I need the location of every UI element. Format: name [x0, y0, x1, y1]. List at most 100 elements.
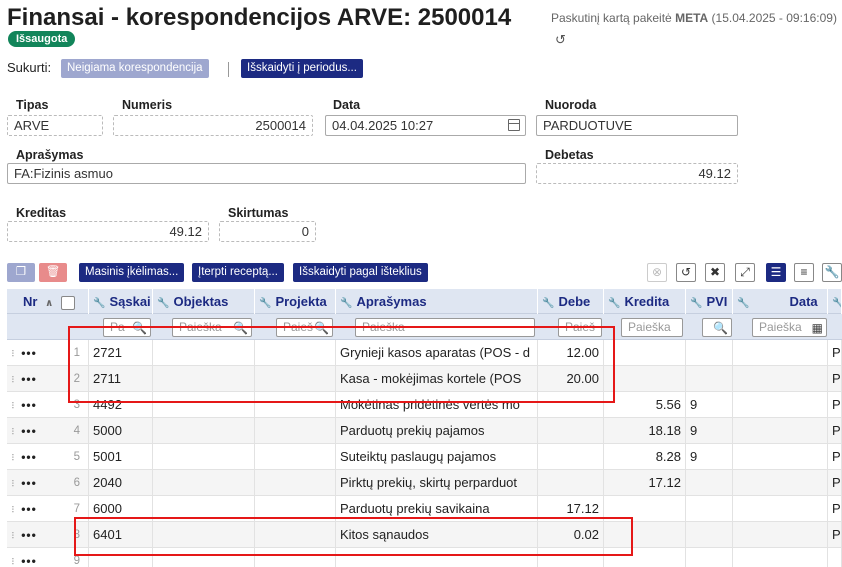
cell-projektas[interactable]	[255, 418, 336, 444]
table-row[interactable]: ⠇ ••• 5 5001 Suteiktų paslaugų pajamos 8.28 9…	[7, 444, 842, 470]
row-menu-icon[interactable]: •••	[21, 528, 37, 542]
cell-pvm[interactable]	[686, 366, 733, 392]
column-header-pvm[interactable]: 🔧 PVI	[686, 289, 733, 314]
filter-data-input[interactable]: Paieška ▦	[752, 318, 827, 337]
cell-pvm[interactable]: 9	[686, 392, 733, 418]
drag-handle-icon[interactable]: ⠇	[11, 375, 18, 385]
row-menu-icon[interactable]: •••	[21, 476, 37, 490]
cell-aprasymas[interactable]: Parduotų prekių pajamos	[336, 418, 538, 444]
table-row[interactable]: ⠇ ••• 4 5000 Parduotų prekių pajamos 18.18 9 P	[7, 418, 842, 444]
mass-import-button[interactable]: Masinis įkėlimas...	[79, 263, 185, 282]
cell-objektas[interactable]	[153, 470, 255, 496]
drag-handle-icon[interactable]: ⠇	[11, 349, 18, 359]
cell-tail[interactable]: P	[828, 392, 842, 418]
filter-kredita-input[interactable]: Paieška	[621, 318, 683, 337]
aprasymas-input[interactable]: FA:Fizinis asmuo	[7, 163, 526, 184]
cell-kredita[interactable]: 17.12	[604, 470, 686, 496]
cell-tail[interactable]	[828, 548, 842, 567]
row-menu-icon[interactable]: •••	[21, 554, 37, 567]
negative-correspondence-button[interactable]: Neigiama korespondencija	[61, 59, 209, 78]
cell-aprasymas[interactable]: Suteiktų paslaugų pajamos	[336, 444, 538, 470]
drag-handle-icon[interactable]: ⠇	[11, 453, 18, 463]
cell-tail[interactable]: P	[828, 366, 842, 392]
column-header-debe[interactable]: 🔧 Debe	[538, 289, 604, 314]
split-periods-button[interactable]: Išskaidyti į periodus...	[241, 59, 363, 78]
row-menu-icon[interactable]: •••	[21, 502, 37, 516]
cell-pvm[interactable]	[686, 340, 733, 366]
cell-tail[interactable]: P	[828, 470, 842, 496]
cell-saskaita[interactable]: 5001	[89, 444, 153, 470]
cell-saskaita[interactable]: 2040	[89, 470, 153, 496]
list-view-icon[interactable]: ☰	[766, 263, 786, 282]
row-menu-icon[interactable]: •••	[21, 372, 37, 386]
undo-icon[interactable]: ↺	[676, 263, 696, 282]
column-header-aprasymas[interactable]: 🔧 Aprašymas	[336, 289, 538, 314]
cell-projektas[interactable]	[255, 444, 336, 470]
cell-data[interactable]	[733, 418, 828, 444]
column-header-nr[interactable]: Nr ∧	[7, 289, 89, 314]
split-by-resource-button[interactable]: Išskaidyti pagal išteklius	[293, 263, 428, 282]
row-menu-icon[interactable]: •••	[21, 398, 37, 412]
select-all-checkbox[interactable]	[60, 295, 75, 310]
filter-pvm-input[interactable]: 🔍	[702, 318, 732, 337]
cell-data[interactable]	[733, 470, 828, 496]
cell-data[interactable]	[733, 496, 828, 522]
drag-handle-icon[interactable]: ⠇	[11, 505, 18, 515]
drag-handle-icon[interactable]: ⠇	[11, 427, 18, 437]
column-header-projektas[interactable]: 🔧 Projekta	[255, 289, 336, 314]
cell-kredita[interactable]: 8.28	[604, 444, 686, 470]
cell-pvm[interactable]	[686, 470, 733, 496]
drag-handle-icon[interactable]: ⠇	[11, 557, 18, 567]
cell-debe[interactable]	[538, 470, 604, 496]
expand-icon[interactable]: ⤢	[735, 263, 755, 282]
cell-data[interactable]	[733, 392, 828, 418]
date-input[interactable]: 04.04.2025 10:27	[325, 115, 526, 136]
cell-pvm[interactable]: 9	[686, 418, 733, 444]
column-header-data[interactable]: 🔧 Data	[733, 289, 828, 314]
drag-handle-icon[interactable]: ⠇	[11, 531, 18, 541]
cell-kredita[interactable]: 5.56	[604, 392, 686, 418]
row-menu-icon[interactable]: •••	[21, 450, 37, 464]
cell-projektas[interactable]	[255, 470, 336, 496]
drag-handle-icon[interactable]: ⠇	[11, 401, 18, 411]
calendar-icon[interactable]	[508, 119, 520, 131]
cell-tail[interactable]: P	[828, 522, 842, 548]
nuoroda-input[interactable]: PARDUOTUVE	[536, 115, 738, 136]
cell-objektas[interactable]	[153, 418, 255, 444]
cancel-icon[interactable]: ⊗	[647, 263, 667, 282]
cell-saskaita[interactable]: 5000	[89, 418, 153, 444]
cell-aprasymas[interactable]: Pirktų prekių, skirtų perparduot	[336, 470, 538, 496]
cell-data[interactable]	[733, 444, 828, 470]
delete-rows-button[interactable]: 🗑	[39, 263, 67, 282]
column-header-kredita[interactable]: 🔧 Kredita	[604, 289, 686, 314]
cell-pvm[interactable]	[686, 548, 733, 567]
cell-kredita[interactable]: 18.18	[604, 418, 686, 444]
copy-rows-button[interactable]: ❐	[7, 263, 35, 282]
column-header-more[interactable]: 🔧	[828, 289, 842, 314]
cell-kredita[interactable]	[604, 340, 686, 366]
history-icon[interactable]: ↺	[555, 29, 566, 50]
cell-tail[interactable]: P	[828, 444, 842, 470]
cell-tail[interactable]: P	[828, 496, 842, 522]
column-header-saskaita[interactable]: 🔧 Sąskai	[89, 289, 153, 314]
column-header-objektas[interactable]: 🔧 Objektas	[153, 289, 255, 314]
cell-pvm[interactable]	[686, 496, 733, 522]
row-menu-icon[interactable]: •••	[21, 424, 37, 438]
cell-objektas[interactable]	[153, 444, 255, 470]
settings-wrench-icon[interactable]: 🔧	[822, 263, 842, 282]
compact-view-icon[interactable]: ≡	[794, 263, 814, 282]
cell-data[interactable]	[733, 366, 828, 392]
insert-recipe-button[interactable]: Įterpti receptą...	[192, 263, 284, 282]
cell-kredita[interactable]	[604, 366, 686, 392]
row-menu-icon[interactable]: •••	[21, 346, 37, 360]
cell-data[interactable]	[733, 340, 828, 366]
cell-pvm[interactable]: 9	[686, 444, 733, 470]
table-row[interactable]: ⠇ ••• 6 2040 Pirktų prekių, skirtų perpardu…	[7, 470, 842, 496]
drag-handle-icon[interactable]: ⠇	[11, 479, 18, 489]
cell-tail[interactable]: P	[828, 340, 842, 366]
cell-tail[interactable]: P	[828, 418, 842, 444]
cell-debe[interactable]	[538, 418, 604, 444]
excel-export-icon[interactable]: ✖	[705, 263, 725, 282]
cell-pvm[interactable]	[686, 522, 733, 548]
cell-data[interactable]	[733, 522, 828, 548]
